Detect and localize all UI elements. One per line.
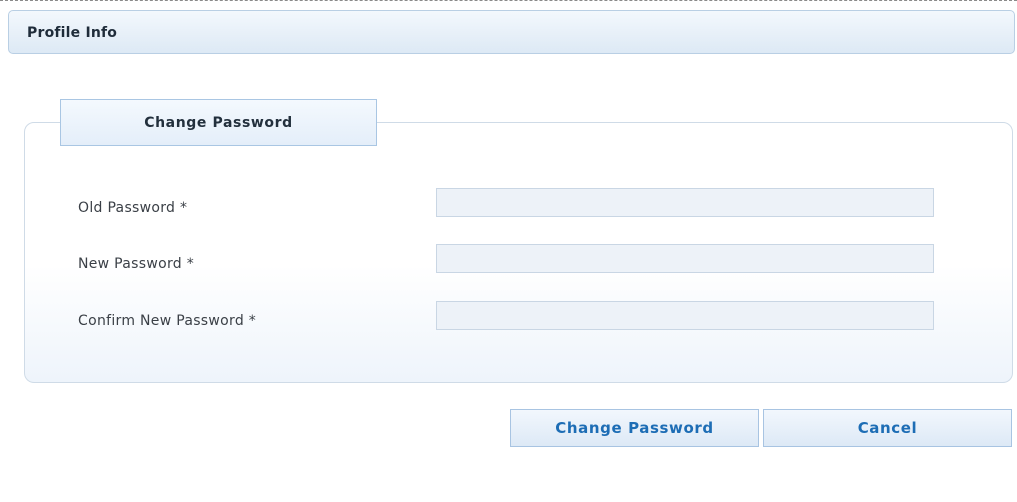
header-bar: Profile Info	[8, 10, 1015, 54]
panel-legend-label: Change Password	[144, 114, 293, 131]
old-password-input[interactable]	[436, 188, 934, 217]
old-password-label: Old Password *	[78, 200, 188, 216]
change-password-button[interactable]: Change Password	[510, 409, 759, 447]
cancel-button[interactable]: Cancel	[763, 409, 1012, 447]
confirm-password-label: Confirm New Password *	[78, 313, 257, 329]
top-divider	[0, 0, 1017, 2]
new-password-label: New Password *	[78, 256, 195, 272]
profile-page: Profile Info Change Password Old Passwor…	[0, 0, 1017, 502]
page-title: Profile Info	[27, 25, 118, 41]
confirm-password-input[interactable]	[436, 301, 934, 330]
new-password-input[interactable]	[436, 244, 934, 273]
panel-legend: Change Password	[60, 99, 377, 146]
